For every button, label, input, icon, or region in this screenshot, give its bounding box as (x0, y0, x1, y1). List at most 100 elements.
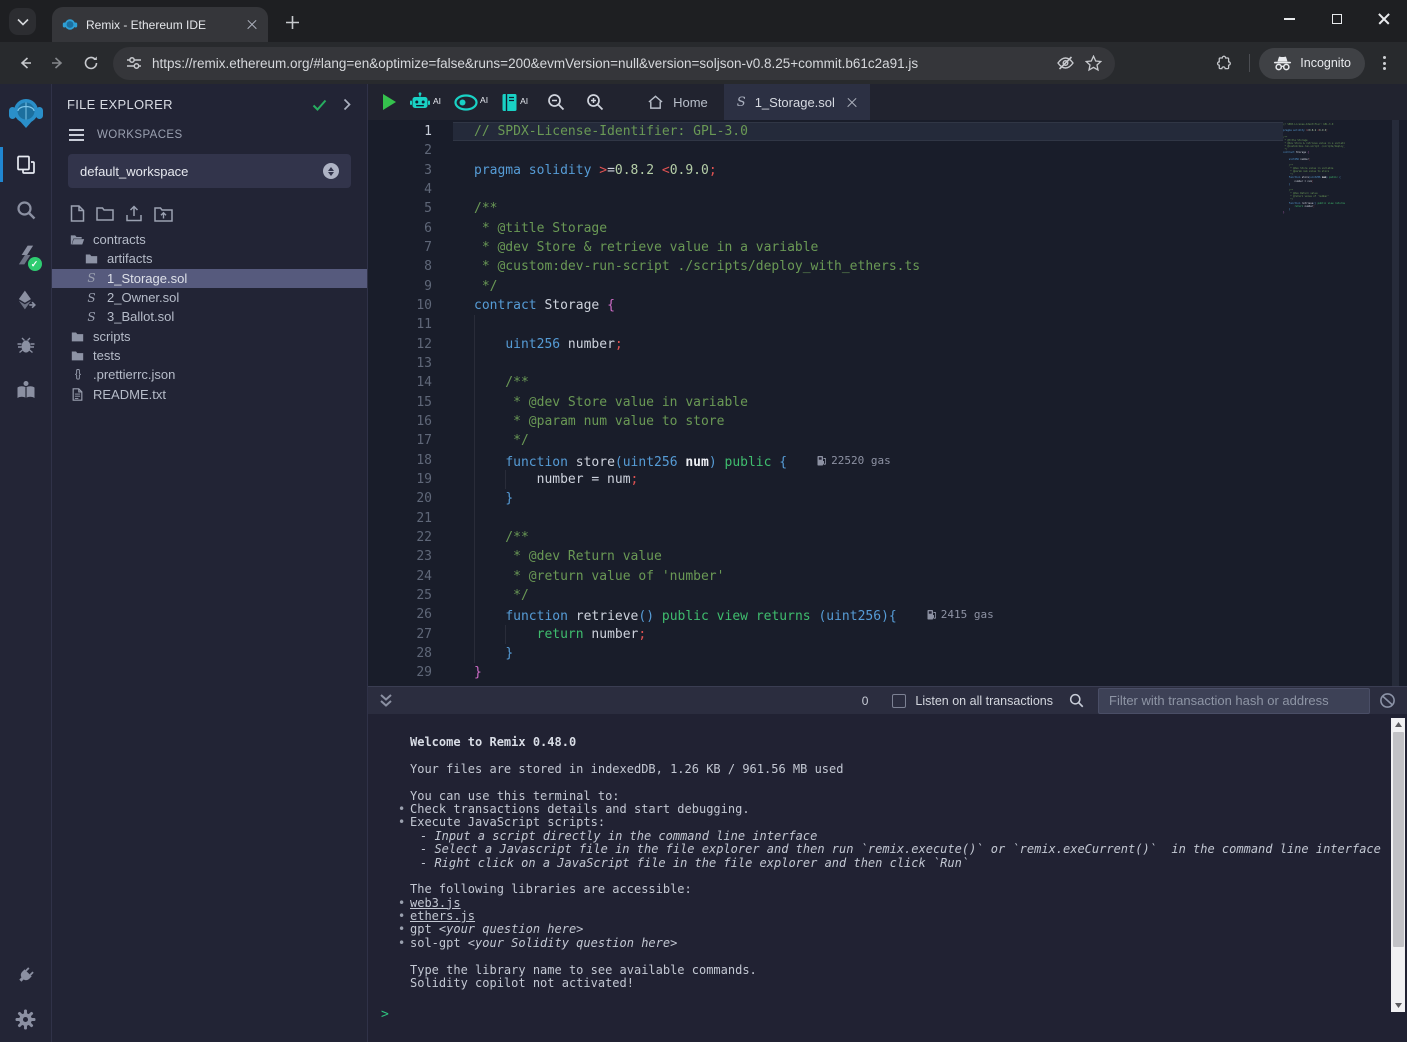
remixai-assistant-button[interactable]: AI (409, 92, 441, 112)
sidebar-item-solidity-compiler[interactable]: ✓ (0, 232, 52, 277)
line-number: 22 (368, 528, 453, 547)
transaction-filter-input[interactable] (1098, 688, 1370, 714)
search-icon (15, 199, 37, 221)
new-tab-button[interactable] (280, 10, 304, 34)
url-bar[interactable]: https://remix.ethereum.org/#lang=en&opti… (113, 47, 1115, 80)
file-tree-item[interactable]: {}.prettierrc.json (52, 365, 367, 384)
code-line: * @custom:dev-run-script ./scripts/deplo… (453, 257, 1283, 276)
bullet-icon: • (398, 897, 405, 910)
play-icon (383, 94, 396, 110)
scrollbar-thumb[interactable] (1393, 732, 1404, 947)
maximize-button[interactable] (1313, 0, 1360, 38)
url-text[interactable]: https://remix.ethereum.org/#lang=en&opti… (152, 56, 1046, 71)
browser-tab[interactable]: Remix - Ethereum IDE (52, 7, 268, 42)
indent-guide (505, 625, 506, 644)
code-line (453, 180, 1283, 199)
sidebar-item-learneth[interactable] (0, 367, 52, 412)
forward-button[interactable] (41, 47, 74, 80)
workspace-name: default_workspace (80, 164, 323, 179)
line-number: 9 (368, 277, 453, 296)
line-number: 14 (368, 373, 453, 392)
scroll-down-arrow[interactable] (1391, 999, 1405, 1012)
remixai-copilot-toggle[interactable]: AI (454, 94, 488, 111)
chevron-right-icon[interactable] (343, 98, 351, 111)
editor-minimap[interactable]: // SPDX-License-Identifier: GPL-3.0pragm… (1283, 123, 1345, 214)
run-script-button[interactable] (383, 94, 396, 110)
terminal-prompt[interactable]: > (368, 1007, 1407, 1022)
terminal-line: You can use this terminal to: (368, 790, 1407, 803)
folder-open-icon (70, 234, 85, 245)
ai-book-icon (501, 93, 518, 112)
remix-app: ✓ (0, 84, 1407, 1042)
indent-guide (474, 605, 475, 624)
terminal[interactable]: Welcome to Remix 0.48.0Your files are st… (368, 714, 1407, 1042)
file-tree-item[interactable]: README.txt (52, 384, 367, 403)
terminal-link[interactable]: web3.js (410, 896, 461, 910)
code-line (453, 315, 1283, 334)
line-number: 7 (368, 238, 453, 257)
extensions-button[interactable] (1207, 47, 1240, 80)
sidebar-item-file-explorer[interactable] (0, 142, 52, 187)
tab-close-button[interactable] (247, 19, 258, 30)
upload-file-button[interactable] (125, 205, 143, 222)
close-icon (1378, 13, 1390, 25)
terminal-scrollbar[interactable] (1391, 718, 1405, 1012)
code-line: return number; (453, 625, 1283, 644)
tab-search-button[interactable] (9, 8, 36, 35)
terminal-search-icon[interactable] (1069, 693, 1084, 708)
gas-estimate: 22520 gas (817, 451, 891, 470)
file-tab-label: 1_Storage.sol (755, 95, 835, 110)
browser-toolbar: https://remix.ethereum.org/#lang=en&opti… (0, 42, 1407, 84)
upload-folder-button[interactable] (154, 206, 173, 222)
zoom-in-button[interactable] (586, 93, 604, 111)
close-button[interactable] (1360, 0, 1407, 38)
listen-all-transactions-checkbox[interactable] (892, 694, 906, 708)
terminal-line: •gpt <your question here> (368, 923, 1407, 936)
reload-button[interactable] (74, 47, 107, 80)
file-tree-item[interactable]: artifacts (52, 249, 367, 268)
file-tree-item[interactable]: S1_Storage.sol (52, 269, 367, 288)
bullet-icon: • (398, 937, 405, 950)
close-tab-icon[interactable] (847, 97, 857, 107)
code-area[interactable]: // SPDX-License-Identifier: GPL-3.0pragm… (453, 120, 1283, 686)
collapse-terminal-button[interactable] (379, 693, 393, 708)
solidity-icon: S (84, 272, 99, 284)
eye-slash-icon[interactable] (1056, 55, 1075, 71)
editor-scrollbar[interactable] (1392, 120, 1399, 686)
new-file-button[interactable] (70, 205, 85, 222)
file-tree-item[interactable]: contracts (52, 230, 367, 249)
sidebar-item-debugger[interactable] (0, 322, 52, 367)
bookmark-star-icon[interactable] (1085, 55, 1102, 72)
code-editor[interactable]: 1234567891011121314151617181920212223242… (368, 120, 1407, 686)
code-line (453, 141, 1283, 160)
sidebar-item-plugin-manager[interactable] (0, 952, 52, 997)
terminal-output: Welcome to Remix 0.48.0Your files are st… (368, 736, 1407, 990)
back-button[interactable] (8, 47, 41, 80)
sidebar-item-search[interactable] (0, 187, 52, 232)
tab-strip: Remix - Ethereum IDE (0, 0, 1407, 42)
code-line: /** (453, 373, 1283, 392)
sidebar-item-deploy-and-run[interactable] (0, 277, 52, 322)
minimize-button[interactable] (1266, 0, 1313, 38)
indent-guide (474, 567, 475, 586)
scroll-up-arrow[interactable] (1391, 718, 1405, 731)
file-tree-item[interactable]: S3_Ballot.sol (52, 307, 367, 326)
remixai-docs-button[interactable]: AI (501, 93, 528, 112)
zoom-out-button[interactable] (547, 93, 565, 111)
browser-menu-button[interactable] (1369, 48, 1399, 78)
file-tree-item[interactable]: S2_Owner.sol (52, 288, 367, 307)
file-tree-item[interactable]: tests (52, 346, 367, 365)
new-folder-button[interactable] (96, 206, 114, 221)
workspaces-menu-icon[interactable] (69, 129, 84, 141)
clear-console-button[interactable] (1379, 692, 1396, 709)
remix-logo[interactable] (0, 84, 52, 142)
workspace-select[interactable]: default_workspace (68, 154, 351, 188)
gas-estimate: 2415 gas (927, 605, 994, 624)
tab-home[interactable]: Home (631, 84, 724, 120)
solidity-icon: S (84, 292, 99, 304)
file-tree-item[interactable]: scripts (52, 326, 367, 345)
chevron-down-icon (17, 18, 29, 26)
tab-1-storage-sol[interactable]: S 1_Storage.sol (724, 84, 870, 120)
terminal-link[interactable]: ethers.js (410, 909, 475, 923)
sidebar-item-settings[interactable] (0, 997, 52, 1042)
